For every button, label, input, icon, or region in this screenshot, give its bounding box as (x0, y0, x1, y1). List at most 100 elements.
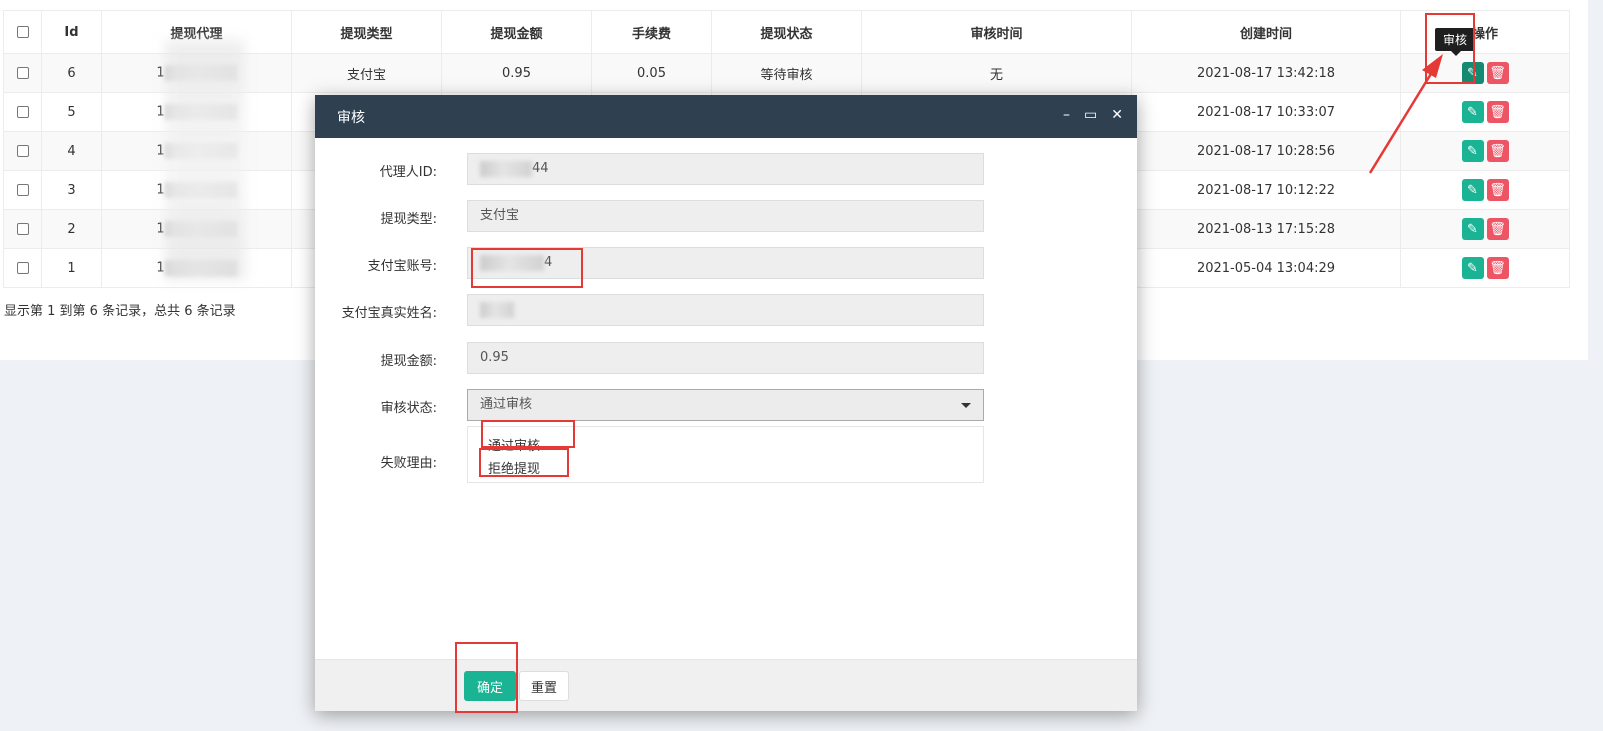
row-select-cell[interactable] (3, 131, 42, 171)
col-audit-time[interactable]: 审核时间 (861, 10, 1132, 54)
type-field: 支付宝 (467, 200, 984, 232)
trash-icon: 🗑 (1489, 143, 1506, 159)
cell-fee: 0.05 (591, 53, 712, 93)
agent-prefix: 1 (156, 221, 165, 237)
cell-created: 2021-08-17 10:33:07 (1131, 92, 1401, 132)
cell-amount: 0.95 (441, 53, 592, 93)
delete-button[interactable]: 🗑 (1486, 62, 1509, 84)
edit-button[interactable]: ✎ (1461, 140, 1484, 162)
status-label: 审核状态: (380, 401, 437, 416)
amount-label: 提现金额: (380, 354, 437, 369)
agent-prefix: 1 (156, 260, 165, 276)
col-fee[interactable]: 手续费 (591, 10, 712, 54)
minimize-icon[interactable]: – (1063, 107, 1070, 123)
cell-created: 2021-08-17 10:28:56 (1131, 131, 1401, 171)
redaction-blur (165, 40, 245, 280)
cell-type: 支付宝 (291, 53, 442, 93)
delete-button[interactable]: 🗑 (1486, 140, 1509, 162)
row-checkbox[interactable] (16, 223, 29, 235)
edit-button[interactable]: ✎ (1461, 257, 1484, 279)
edit-button[interactable]: ✎ (1461, 218, 1484, 240)
trash-icon: 🗑 (1489, 65, 1506, 81)
redaction-blur (480, 301, 514, 318)
redaction-blur (480, 160, 532, 177)
pencil-icon: ✎ (1467, 221, 1478, 237)
agent-id-row: 代理人ID: 44 (315, 153, 1137, 185)
cell-created: 2021-05-04 13:04:29 (1131, 248, 1401, 288)
cell-id: 5 (41, 92, 102, 132)
caret-down-icon (961, 403, 971, 408)
select-all-cell[interactable] (3, 10, 42, 54)
type-row: 提现类型: 支付宝 (315, 200, 1137, 232)
col-status[interactable]: 提现状态 (711, 10, 862, 54)
agent-prefix: 1 (156, 143, 165, 159)
cell-id: 6 (41, 53, 102, 93)
row-checkbox[interactable] (16, 145, 29, 157)
amount-row: 提现金额: 0.95 (315, 342, 1137, 374)
account-row: 支付宝账号: 4 (315, 247, 1137, 279)
row-select-cell[interactable] (3, 248, 42, 288)
delete-button[interactable]: 🗑 (1486, 101, 1509, 123)
cell-ops: ✎ 🗑 (1400, 170, 1570, 210)
cell-ops: ✎ 🗑 (1400, 92, 1570, 132)
cell-ops: ✎ 🗑 (1400, 209, 1570, 249)
edit-button[interactable]: ✎ (1461, 101, 1484, 123)
dialog-title: 审核 (337, 109, 365, 126)
trash-icon: 🗑 (1489, 104, 1506, 120)
row-select-cell[interactable] (3, 170, 42, 210)
realname-field (467, 294, 984, 326)
maximize-icon[interactable]: ▭ (1084, 107, 1097, 123)
account-label: 支付宝账号: (367, 259, 437, 274)
pencil-icon: ✎ (1467, 260, 1478, 276)
delete-button[interactable]: 🗑 (1486, 218, 1509, 240)
agent-prefix: 1 (156, 104, 165, 120)
highlight-account (471, 248, 583, 288)
row-select-cell[interactable] (3, 209, 42, 249)
select-all-checkbox[interactable] (16, 26, 29, 38)
cell-id: 1 (41, 248, 102, 288)
status-select[interactable]: 通过审核 (467, 389, 984, 421)
row-select-cell[interactable] (3, 53, 42, 93)
cell-id: 2 (41, 209, 102, 249)
cell-created: 2021-08-17 10:12:22 (1131, 170, 1401, 210)
pagination-info: 显示第 1 到第 6 条记录，总共 6 条记录 (4, 304, 236, 319)
status-row: 审核状态: 通过审核 (315, 389, 1137, 421)
col-type[interactable]: 提现类型 (291, 10, 442, 54)
cell-id: 3 (41, 170, 102, 210)
close-icon[interactable]: ✕ (1111, 107, 1123, 123)
audit-dialog: 审核 – ▭ ✕ 代理人ID: 44 提现类型: 支付宝 支付宝账号: 4 支付… (315, 95, 1137, 711)
delete-button[interactable]: 🗑 (1486, 179, 1509, 201)
col-amount[interactable]: 提现金额 (441, 10, 592, 54)
reason-label: 失败理由: (380, 456, 437, 471)
agent-prefix: 1 (156, 182, 165, 198)
row-select-cell[interactable] (3, 92, 42, 132)
highlight-option-approve (481, 420, 575, 448)
realname-label: 支付宝真实姓名: (341, 306, 437, 321)
dialog-footer: 确定 重置 (315, 659, 1137, 711)
cell-audit-time: 无 (861, 53, 1132, 93)
dialog-body: 代理人ID: 44 提现类型: 支付宝 支付宝账号: 4 支付宝真实姓名: 提现… (315, 138, 1137, 659)
row-checkbox[interactable] (16, 106, 29, 118)
col-created[interactable]: 创建时间 (1131, 10, 1401, 54)
pencil-icon: ✎ (1467, 104, 1478, 120)
row-checkbox[interactable] (16, 184, 29, 196)
type-label: 提现类型: (380, 212, 437, 227)
delete-button[interactable]: 🗑 (1486, 257, 1509, 279)
col-id[interactable]: Id (41, 10, 102, 54)
reset-button[interactable]: 重置 (519, 671, 569, 701)
row-checkbox[interactable] (16, 262, 29, 274)
highlight-confirm (455, 642, 518, 713)
trash-icon: 🗑 (1489, 260, 1506, 276)
cell-status: 等待审核 (711, 53, 862, 93)
row-checkbox[interactable] (16, 67, 29, 79)
agent-prefix: 1 (156, 65, 165, 81)
highlight-option-reject (479, 448, 569, 477)
realname-row: 支付宝真实姓名: (315, 294, 1137, 326)
trash-icon: 🗑 (1489, 182, 1506, 198)
trash-icon: 🗑 (1489, 221, 1506, 237)
agent-id-field: 44 (467, 153, 984, 185)
cell-created: 2021-08-13 17:15:28 (1131, 209, 1401, 249)
edit-button[interactable]: ✎ (1461, 179, 1484, 201)
pencil-icon: ✎ (1467, 182, 1478, 198)
agent-id-label: 代理人ID: (379, 165, 437, 180)
